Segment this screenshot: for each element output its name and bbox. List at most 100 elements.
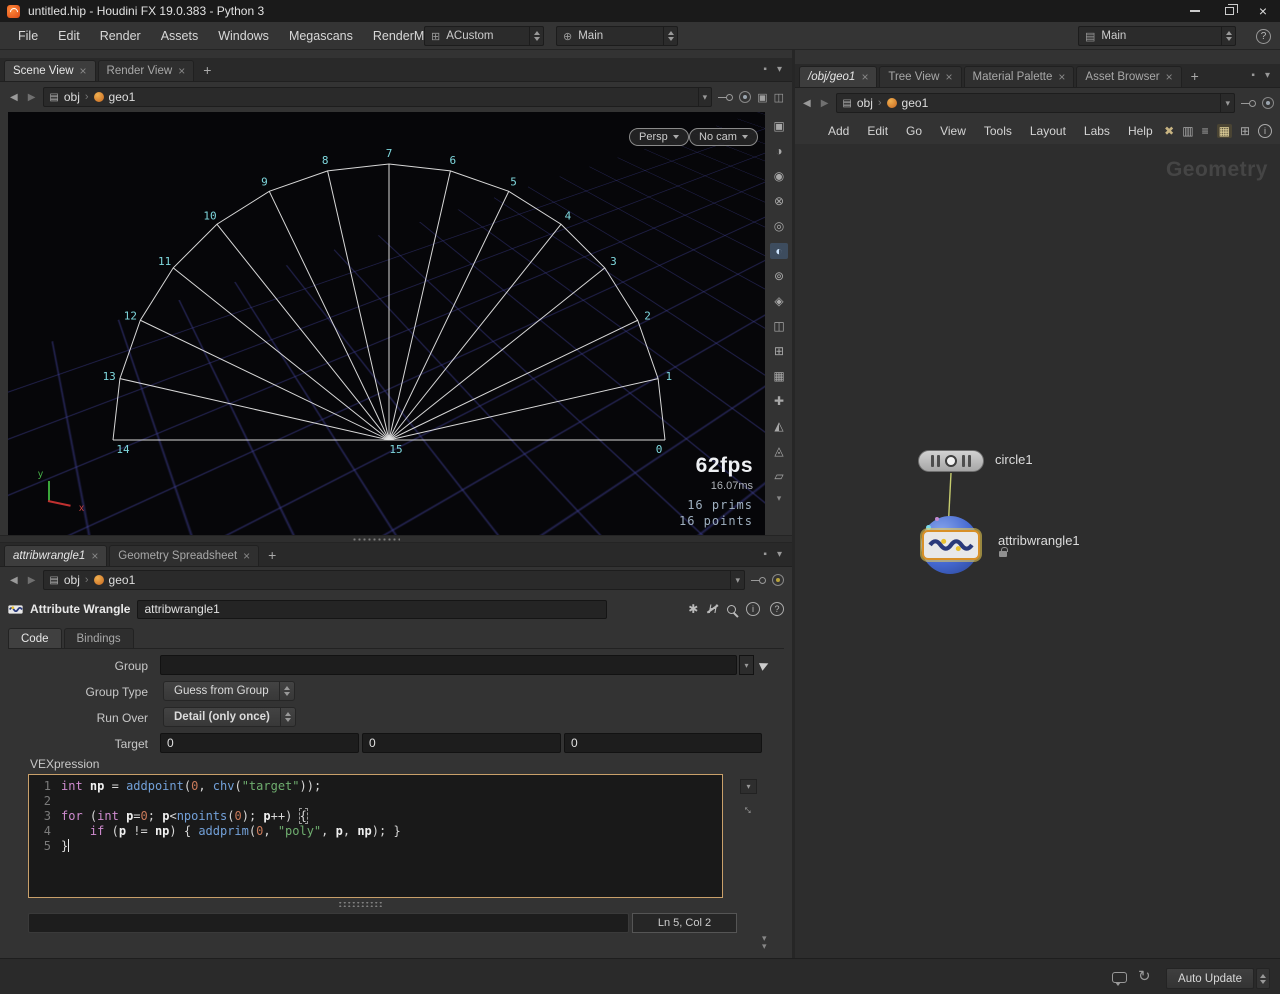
tools-icon[interactable]: ✖: [1164, 124, 1174, 138]
scene-viewport[interactable]: 0123456789101112131415 Persp No cam 62fp…: [8, 112, 765, 535]
pane-divider[interactable]: [0, 535, 792, 543]
radial-menu-dropdown[interactable]: ▤ Main: [1078, 26, 1236, 46]
node-flag-stripe[interactable]: [937, 455, 940, 467]
node-flag-stripe[interactable]: [931, 455, 934, 467]
network-path-field[interactable]: ▤ obj › geo1 ▾: [836, 93, 1235, 113]
scene-path-field[interactable]: ▤ obj › geo1 ▾: [43, 87, 712, 107]
editor-resize-grip[interactable]: [338, 901, 382, 908]
menu-megascans[interactable]: Megascans: [279, 29, 363, 43]
node-name-field[interactable]: attribwrangle1: [137, 600, 607, 619]
pane-maximize-icon[interactable]: ▪: [763, 64, 767, 75]
menu-windows[interactable]: Windows: [208, 29, 279, 43]
split-view-icon[interactable]: ◫: [774, 91, 784, 104]
back-button[interactable]: ◀: [801, 98, 813, 109]
close-icon[interactable]: ×: [1166, 72, 1173, 82]
xray-icon[interactable]: ◫: [770, 318, 788, 334]
scroll-down-icon[interactable]: ▾▾: [762, 934, 767, 950]
netmenu-tools[interactable]: Tools: [975, 124, 1021, 138]
tab-attribwrangle1[interactable]: attribwrangle1 ×: [4, 545, 107, 566]
recook-icon[interactable]: ↻: [1138, 967, 1151, 985]
path-dropdown-icon[interactable]: ▾: [698, 88, 712, 106]
reference-grid-icon[interactable]: ▦: [770, 368, 788, 384]
restore-button[interactable]: [1212, 0, 1246, 22]
viewport-camera-menu[interactable]: No cam: [689, 128, 758, 146]
tab-network-editor[interactable]: /obj/geo1 ×: [799, 66, 877, 87]
pane-menu-icon[interactable]: ▾: [777, 64, 782, 75]
close-icon[interactable]: ×: [243, 551, 250, 561]
camera-view-icon[interactable]: ▱: [770, 468, 788, 484]
divider-grip[interactable]: [352, 537, 400, 542]
ghost-objects-icon[interactable]: ◎: [770, 218, 788, 234]
breadcrumb-root[interactable]: obj: [64, 90, 80, 104]
run-over-menu[interactable]: Detail (only once): [163, 707, 296, 727]
spinner-arrows[interactable]: [280, 708, 295, 726]
forward-button[interactable]: ▶: [26, 92, 38, 103]
tab-material-palette[interactable]: Material Palette ×: [964, 66, 1075, 87]
breadcrumb-node[interactable]: geo1: [902, 96, 929, 110]
node-label-circle1[interactable]: circle1: [995, 452, 1033, 467]
minimize-button[interactable]: [1178, 0, 1212, 22]
info-icon[interactable]: i: [1258, 124, 1272, 138]
network-overview-icon[interactable]: ▥: [1182, 124, 1193, 138]
close-icon[interactable]: ×: [861, 72, 868, 82]
node-flag-stripe[interactable]: [962, 455, 965, 467]
menu-render[interactable]: Render: [90, 29, 151, 43]
netmenu-add[interactable]: Add: [819, 124, 858, 138]
grid-view-icon[interactable]: ▦: [1217, 124, 1232, 138]
params-path-field[interactable]: ▤ obj › geo1 ▾: [43, 570, 745, 590]
editor-expand-icon[interactable]: ↔: [740, 799, 760, 819]
forward-button[interactable]: ▶: [819, 98, 831, 109]
snapshot-icon[interactable]: ▣: [757, 91, 767, 104]
lock-camera-icon[interactable]: ◉: [770, 168, 788, 184]
path-dropdown-icon[interactable]: ▾: [730, 571, 744, 589]
gear-menu-icon[interactable]: ✱: [688, 602, 698, 616]
snapshot-compare-icon[interactable]: ⊞: [770, 343, 788, 359]
close-icon[interactable]: ×: [91, 551, 98, 561]
visualizer-icon[interactable]: ◬: [770, 443, 788, 459]
tab-scene-view[interactable]: Scene View ×: [4, 60, 96, 81]
link-radio-icon[interactable]: [739, 91, 751, 103]
editor-menu-icon[interactable]: ▾: [740, 779, 757, 794]
view-snapshot-icon[interactable]: ▣: [770, 118, 788, 134]
shelf-set-dropdown[interactable]: ⊞ ACustom: [424, 26, 544, 46]
tab-bindings[interactable]: Bindings: [64, 628, 134, 648]
pane-maximize-icon[interactable]: ▪: [763, 549, 767, 560]
netmenu-view[interactable]: View: [931, 124, 975, 138]
follow-selection-icon[interactable]: [751, 575, 766, 585]
hide-other-objects-icon[interactable]: ⊗: [770, 193, 788, 209]
close-icon[interactable]: ×: [945, 72, 952, 82]
breadcrumb-node[interactable]: geo1: [109, 90, 136, 104]
connector-dot[interactable]: [935, 517, 939, 521]
target-input-y[interactable]: 0: [362, 733, 561, 753]
viewport-persp-menu[interactable]: Persp: [629, 128, 689, 146]
netmenu-layout[interactable]: Layout: [1021, 124, 1075, 138]
back-button[interactable]: ◀: [8, 92, 20, 103]
group-type-menu[interactable]: Guess from Group: [163, 681, 295, 701]
headlight-icon[interactable]: ◐: [770, 243, 788, 259]
tab-tree-view[interactable]: Tree View ×: [879, 66, 961, 87]
radial-spinner[interactable]: [1221, 27, 1235, 45]
info-icon[interactable]: i: [746, 602, 760, 616]
shading-mode-icon[interactable]: ◑: [770, 143, 788, 159]
node-flag-stripe[interactable]: [968, 455, 971, 467]
vex-code-editor[interactable]: 1int np = addpoint(0, chv("target"));23f…: [28, 774, 723, 898]
tab-render-view[interactable]: Render View ×: [98, 60, 195, 81]
context-help-icon[interactable]: ?: [1256, 29, 1271, 44]
netmenu-help[interactable]: Help: [1119, 124, 1162, 138]
follow-selection-icon[interactable]: [718, 92, 733, 102]
tab-asset-browser[interactable]: Asset Browser ×: [1076, 66, 1181, 87]
message-log-icon[interactable]: [1112, 972, 1127, 983]
new-tab-button[interactable]: +: [1184, 68, 1206, 84]
group-dropdown-icon[interactable]: ▾: [739, 655, 754, 675]
toolbar-scroll-down-icon[interactable]: ▾: [777, 493, 782, 504]
list-view-icon[interactable]: ≡: [1202, 124, 1209, 138]
help-icon[interactable]: ?: [770, 602, 784, 616]
pick-geometry-icon[interactable]: ▶: [758, 657, 771, 672]
close-icon[interactable]: ×: [178, 66, 185, 76]
network-editor-canvas[interactable]: Geometry circle1 attribwrangle1: [795, 144, 1280, 958]
close-icon[interactable]: ×: [1058, 72, 1065, 82]
high-quality-lighting-icon[interactable]: ⊚: [770, 268, 788, 284]
close-button[interactable]: ×: [1246, 0, 1280, 22]
new-tab-button[interactable]: +: [261, 547, 283, 563]
menu-edit[interactable]: Edit: [48, 29, 90, 43]
